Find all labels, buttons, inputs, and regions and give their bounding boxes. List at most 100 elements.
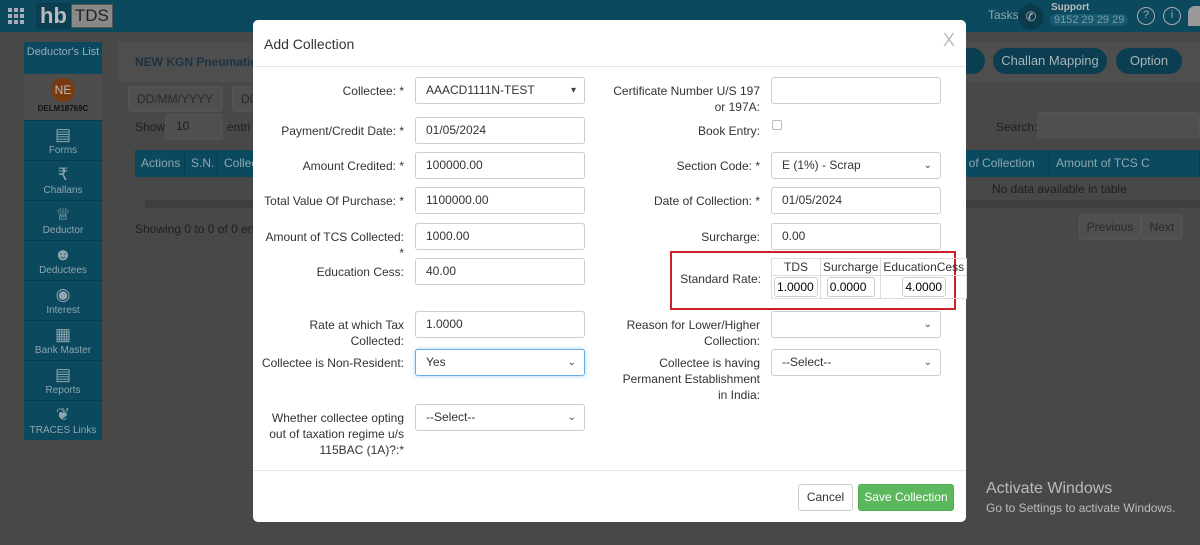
sidebar-item-interest[interactable]: ◉ Interest	[24, 280, 102, 320]
col-sn[interactable]: S.N.	[185, 150, 218, 177]
chevron-down-icon: ⌄	[567, 412, 576, 423]
help-icon[interactable]: ?	[1137, 7, 1155, 25]
collectee-is-non-resident-label: Collectee is Non-Resident:	[261, 356, 404, 370]
bank-icon: ▦	[54, 325, 72, 344]
whether-collectee-opting-out-of-taxation-select[interactable]: --Select-- ⌄	[415, 404, 585, 431]
traces-icon: ❦	[55, 405, 71, 424]
col-actions[interactable]: Actions	[135, 150, 185, 177]
amount-credited-label: Amount Credited: *	[302, 159, 404, 173]
previous-button[interactable]: Previous	[1079, 214, 1141, 240]
amount-of-tcs-collected-label: Amount of TCS Collected: *	[265, 230, 404, 260]
deductor-code: DELM18769C	[37, 104, 89, 113]
chevron-down-icon: ▾	[570, 85, 576, 96]
info-icon[interactable]: i	[1163, 7, 1181, 25]
deductor-profile[interactable]: NE DELM18769C	[24, 74, 102, 120]
date-of-collection-input[interactable]: 01/05/2024	[771, 187, 941, 214]
report-icon: ▤	[54, 365, 72, 384]
sidebar-item-label: TRACES Links	[29, 425, 97, 436]
money-bag-icon: ◉	[55, 285, 71, 304]
user-icon[interactable]	[1188, 6, 1200, 26]
divider	[253, 470, 966, 471]
sidebar-item-reports[interactable]: ▤ Reports	[24, 360, 102, 400]
sidebar-item-challans[interactable]: ₹ Challans	[24, 160, 102, 200]
tds-rate-input[interactable]	[774, 277, 818, 297]
book-entry-checkbox[interactable]	[772, 120, 782, 130]
sidebar-item-bank-master[interactable]: ▦ Bank Master	[24, 320, 102, 360]
sidebar-item-label: Bank Master	[34, 345, 92, 356]
whether-collectee-opting-out-of-taxation-label: Whether collectee opting out of taxation…	[269, 411, 404, 457]
surcharge-rate-input[interactable]	[826, 277, 875, 297]
rate-at-which-tax-collected-input[interactable]: 1.0000	[415, 311, 585, 338]
amount-credited-input[interactable]: 100000.00	[415, 152, 585, 179]
support-number: 9152 29 29 29	[1050, 14, 1129, 26]
sidebar-item-deductor[interactable]: ♕ Deductor	[24, 200, 102, 240]
activate-windows-watermark: Activate Windows Go to Settings to activ…	[986, 480, 1176, 515]
surcharge-input[interactable]: 0.00	[771, 223, 941, 250]
add-collection-modal: Add Collection X Collectee: * AAACD1111N…	[253, 20, 968, 522]
divider	[253, 66, 966, 67]
payment-credit-date-label: Payment/Credit Date: *	[281, 124, 404, 138]
support-label: Support	[1051, 2, 1090, 13]
certificate-number-u-s-197-or-197a-label: Certificate Number U/S 197 or 197A:	[613, 84, 760, 114]
next-button[interactable]: Next	[1141, 214, 1183, 240]
certificate-number-u-s-197-or-197a-input[interactable]	[771, 77, 941, 104]
sidebar: Deductor's List NE DELM18769C ▤ Forms ₹ Cha…	[24, 42, 102, 440]
reason-for-lower-higher-collection-label: Reason for Lower/Higher Collection:	[626, 318, 760, 348]
phone-icon: ✆	[1018, 4, 1044, 30]
payment-credit-date-input[interactable]: 01/05/2024	[415, 117, 585, 144]
collectee-is-having-permanent-establishm-select[interactable]: --Select-- ⌄	[771, 349, 941, 376]
total-value-of-purchase-input[interactable]: 1100000.00	[415, 187, 585, 214]
section-code-select[interactable]: E (1%) - Scrap ⌄	[771, 152, 941, 179]
standard-rate-table: TDS Surcharge EducationCess	[771, 258, 968, 299]
sidebar-item-label: Interest	[46, 305, 80, 316]
rate-at-which-tax-collected-label: Rate at which Tax Collected:	[309, 318, 405, 348]
total-value-of-purchase-label: Total Value Of Purchase: *	[264, 194, 404, 208]
sidebar-item-label: Deductor	[42, 225, 84, 236]
sidebar-item-deductees[interactable]: ☻ Deductees	[24, 240, 102, 280]
sidebar-item-traces-links[interactable]: ❦ TRACES Links	[24, 400, 102, 440]
chevron-down-icon: ⌄	[567, 357, 576, 368]
section-code-label: Section Code: *	[676, 159, 760, 173]
chevron-down-icon: ⌄	[923, 357, 932, 368]
challan-icon: ₹	[57, 165, 69, 184]
sidebar-item-label: Forms	[48, 145, 78, 156]
avatar: NE	[51, 78, 75, 102]
sidebar-item-label: Deductees	[39, 265, 87, 276]
close-icon[interactable]: X	[943, 30, 955, 51]
option-button[interactable]: Option	[1116, 48, 1182, 74]
collectee-label: Collectee: *	[342, 84, 404, 98]
modal-title: Add Collection	[264, 36, 355, 52]
show-label: Show	[135, 120, 166, 134]
chevron-down-icon: ⌄	[923, 160, 932, 171]
education-cess-input[interactable]: 40.00	[415, 258, 585, 285]
crown-icon: ♕	[55, 205, 71, 224]
challan-mapping-button[interactable]: Challan Mapping	[993, 48, 1107, 74]
amount-of-tcs-collected-input[interactable]: 1000.00	[415, 223, 585, 250]
sidebar-item-label: Challans	[43, 185, 83, 196]
collectee-select[interactable]: AAACD1111N-TEST ▾	[415, 77, 585, 104]
chevron-down-icon: ⌄	[923, 319, 932, 330]
search-input[interactable]	[1037, 112, 1200, 138]
person-icon: ☻	[54, 245, 72, 264]
forms-icon: ▤	[54, 125, 72, 144]
collectee-is-non-resident-select[interactable]: Yes ⌄	[415, 349, 585, 376]
sidebar-item-forms[interactable]: ▤ Forms	[24, 120, 102, 160]
deductor-list-link[interactable]: Deductor's List	[24, 42, 102, 74]
showing-text: Showing 0 to 0 of 0 entri	[135, 222, 265, 236]
save-collection-button[interactable]: Save Collection	[858, 484, 954, 511]
entries-select[interactable]: 10	[165, 114, 223, 140]
cancel-button[interactable]: Cancel	[798, 484, 853, 511]
book-entry-label: Book Entry:	[697, 124, 760, 138]
logo: hb TDS	[36, 2, 113, 30]
surcharge-label: Surcharge:	[701, 230, 760, 244]
collectee-is-having-permanent-establishm-label: Collectee is having Permanent Establishm…	[622, 356, 760, 402]
from-date-input[interactable]: DD/MM/YYYY	[128, 86, 223, 112]
date-of-collection-label: Date of Collection: *	[653, 194, 760, 208]
col-amount-tcs[interactable]: Amount of TCS C	[1050, 150, 1200, 177]
entries-label: entri	[227, 120, 251, 134]
education-cess-rate-input[interactable]	[901, 277, 946, 297]
apps-grid-icon[interactable]	[8, 8, 24, 24]
reason-for-lower-higher-collection-select[interactable]: ⌄	[771, 311, 941, 338]
standard-rate-label: Standard Rate:	[680, 272, 761, 286]
tasks-link[interactable]: Tasks	[988, 8, 1019, 22]
